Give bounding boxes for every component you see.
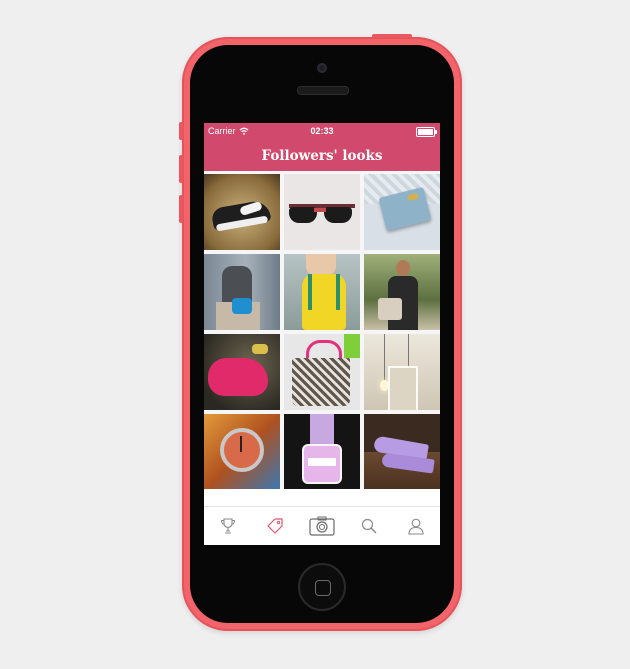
profile-icon	[408, 518, 424, 535]
photo-tile-light-bulbs[interactable]	[364, 334, 440, 410]
search-icon	[362, 518, 377, 534]
tab-camera[interactable]	[304, 511, 340, 541]
camera-icon	[309, 516, 335, 536]
photo-grid[interactable]	[204, 171, 440, 489]
photo-tile-yellow-backpack[interactable]	[284, 254, 360, 330]
status-bar: Carrier 02:33	[204, 123, 440, 140]
power-button	[372, 34, 412, 38]
trophy-icon	[220, 518, 235, 534]
navigation-bar: Followers' looks	[204, 140, 440, 171]
page-title: Followers' looks	[261, 147, 383, 164]
volume-down-button	[179, 195, 183, 223]
photo-tile-sneakers[interactable]	[204, 174, 280, 250]
photo-tile-pink-bag[interactable]	[204, 334, 280, 410]
app-screen: Carrier 02:33 Followers' looks	[204, 123, 440, 545]
volume-up-button	[179, 155, 183, 183]
status-time: 02:33	[310, 126, 334, 136]
front-camera	[317, 63, 327, 73]
battery-icon	[416, 127, 437, 137]
tab-search[interactable]	[351, 511, 387, 541]
photo-tile-wallet[interactable]	[364, 174, 440, 250]
photo-tile-purple-heels[interactable]	[364, 414, 440, 489]
tab-tag[interactable]	[257, 511, 293, 541]
mute-switch	[179, 122, 183, 140]
tab-bar	[204, 506, 440, 545]
photo-tile-man-with-bag[interactable]	[364, 254, 440, 330]
photo-tile-sunglasses[interactable]	[284, 174, 360, 250]
photo-tile-watch[interactable]	[204, 414, 280, 489]
home-button-icon	[315, 580, 331, 596]
tab-profile[interactable]	[398, 511, 434, 541]
photo-tile-tote-bag[interactable]	[284, 334, 360, 410]
earpiece-speaker	[297, 86, 349, 95]
home-button[interactable]	[298, 563, 346, 611]
tag-icon	[267, 518, 283, 534]
tab-trophy[interactable]	[210, 511, 246, 541]
photo-tile-nail-polish[interactable]	[284, 414, 360, 489]
photo-tile-blue-bag[interactable]	[204, 254, 280, 330]
battery-fill	[418, 129, 433, 135]
